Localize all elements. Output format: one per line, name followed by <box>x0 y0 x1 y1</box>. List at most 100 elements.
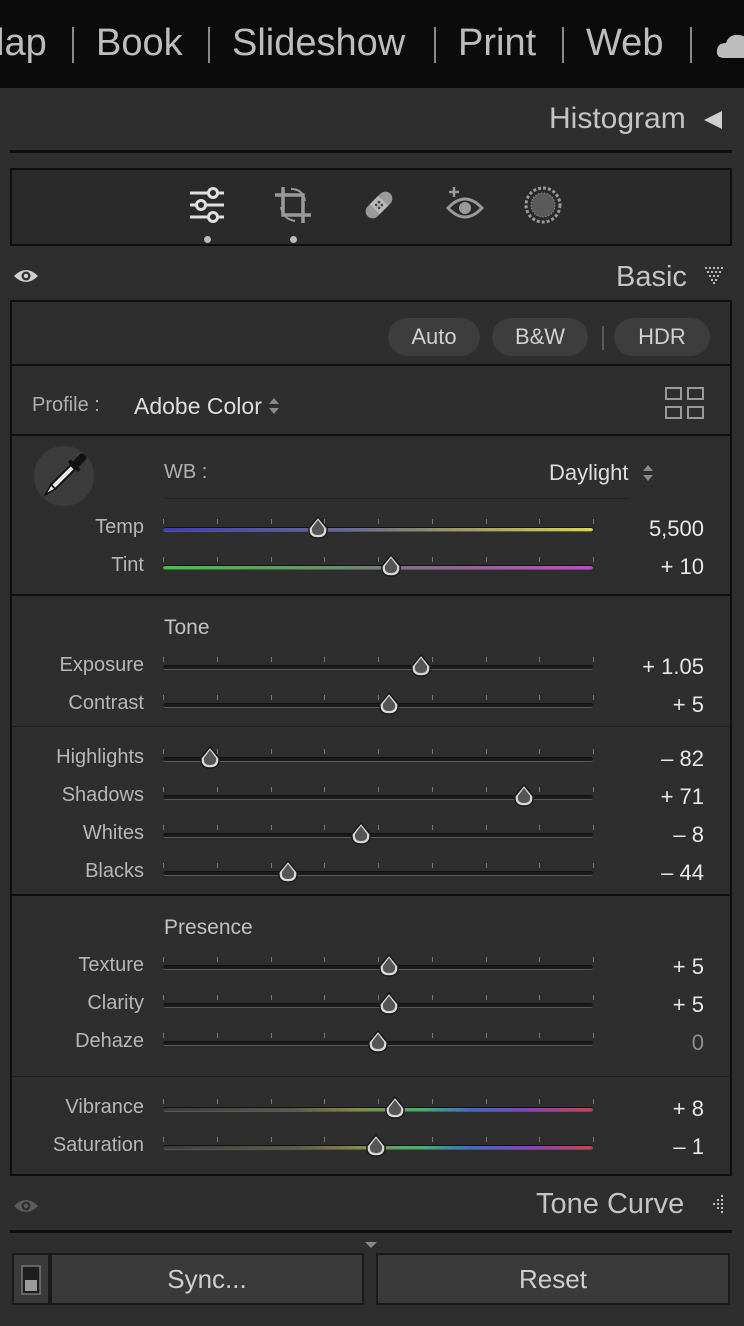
auto-sync-toggle[interactable] <box>12 1253 50 1305</box>
tint-value[interactable]: + 10 <box>564 554 704 580</box>
panel-expand-icon[interactable] <box>704 1194 724 1214</box>
slider-tick <box>324 957 325 962</box>
slider-tick <box>378 825 379 830</box>
tint-track[interactable] <box>163 565 593 570</box>
shadows-value[interactable]: + 71 <box>564 784 704 810</box>
slider-tick <box>324 557 325 562</box>
contrast-slider-thumb[interactable] <box>378 692 400 716</box>
red-eye-icon[interactable] <box>440 180 490 230</box>
vibrance-slider-thumb[interactable] <box>384 1096 406 1120</box>
histogram-title[interactable]: Histogram <box>549 102 686 136</box>
slider-tick <box>217 995 218 1000</box>
exposure-slider-thumb[interactable] <box>410 654 432 678</box>
blacks-track[interactable] <box>163 871 593 876</box>
divider <box>12 434 730 436</box>
slider-tick <box>539 1033 540 1038</box>
texture-slider-thumb[interactable] <box>378 954 400 978</box>
saturation-value[interactable]: – 1 <box>564 1134 704 1160</box>
slider-tick <box>163 1137 164 1142</box>
slider-tick <box>324 787 325 792</box>
module-separator <box>72 27 74 63</box>
exposure-value[interactable]: + 1.05 <box>564 654 704 680</box>
collapse-arrow-icon[interactable] <box>702 109 724 131</box>
whites-value[interactable]: – 8 <box>564 822 704 848</box>
vibrance-value[interactable]: + 8 <box>564 1096 704 1122</box>
tone-curve-title[interactable]: Tone Curve <box>536 1188 684 1221</box>
scroll-down-arrow-icon[interactable] <box>364 1240 378 1250</box>
module-print[interactable]: Print <box>458 22 536 65</box>
slider-tick <box>163 957 164 962</box>
presence-section-title: Presence <box>164 916 253 939</box>
whites-slider-thumb[interactable] <box>350 822 372 846</box>
button-separator <box>602 326 604 350</box>
slider-tick <box>593 1099 594 1104</box>
panel-collapse-icon[interactable] <box>704 266 724 284</box>
slider-tick <box>539 863 540 868</box>
slider-tick <box>432 1137 433 1142</box>
reset-button[interactable]: Reset <box>376 1253 730 1305</box>
slider-tick <box>593 657 594 662</box>
masking-icon[interactable] <box>518 180 568 230</box>
tint-slider-thumb[interactable] <box>380 554 402 578</box>
hdr-button[interactable]: HDR <box>614 318 710 356</box>
shadows-slider-thumb[interactable] <box>513 784 535 808</box>
clarity-slider-thumb[interactable] <box>378 992 400 1016</box>
dehaze-value[interactable]: 0 <box>564 1030 704 1056</box>
slider-tick <box>271 787 272 792</box>
crop-icon[interactable] <box>268 180 318 230</box>
slider-tick <box>271 695 272 700</box>
slider-tick <box>593 787 594 792</box>
saturation-label: Saturation <box>52 1134 144 1156</box>
profile-select[interactable]: Adobe Color <box>134 393 262 420</box>
highlights-slider-thumb[interactable] <box>199 746 221 770</box>
slider-tick <box>432 957 433 962</box>
eyedropper-icon[interactable] <box>30 444 96 510</box>
white-balance-selector[interactable] <box>34 446 94 506</box>
updown-icon[interactable] <box>642 463 654 483</box>
module-map[interactable]: lap <box>0 22 47 65</box>
texture-value[interactable]: + 5 <box>564 954 704 980</box>
exposure-track[interactable] <box>163 665 593 670</box>
module-web[interactable]: Web <box>586 22 663 65</box>
temp-slider-thumb[interactable] <box>307 516 329 540</box>
slider-tick <box>378 519 379 524</box>
auto-button[interactable]: Auto <box>388 318 480 356</box>
slider-tick <box>324 1033 325 1038</box>
saturation-slider-thumb[interactable] <box>365 1134 387 1158</box>
bw-button[interactable]: B&W <box>492 318 588 356</box>
profile-browser-grid-icon[interactable] <box>664 386 706 422</box>
divider <box>12 364 730 366</box>
updown-icon[interactable] <box>268 396 280 416</box>
highlights-value[interactable]: – 82 <box>564 746 704 772</box>
slider-tick <box>432 825 433 830</box>
healing-icon[interactable] <box>354 180 404 230</box>
clarity-value[interactable]: + 5 <box>564 992 704 1018</box>
divider <box>12 594 730 596</box>
dehaze-slider-thumb[interactable] <box>367 1030 389 1054</box>
basic-adjust-icon[interactable] <box>182 180 232 230</box>
whites-track[interactable] <box>163 833 593 838</box>
slider-tick <box>593 957 594 962</box>
cloud-icon[interactable] <box>716 32 744 60</box>
temp-value[interactable]: 5,500 <box>564 516 704 542</box>
sync-button[interactable]: Sync... <box>50 1253 364 1305</box>
highlights-track[interactable] <box>163 757 593 762</box>
module-book[interactable]: Book <box>96 22 183 65</box>
visibility-eye-icon[interactable] <box>12 266 40 286</box>
blacks-value[interactable]: – 44 <box>564 860 704 886</box>
slider-tick <box>217 695 218 700</box>
visibility-eye-icon[interactable] <box>12 1196 40 1216</box>
temp-track[interactable] <box>163 527 593 532</box>
slider-tick <box>539 749 540 754</box>
blacks-slider-thumb[interactable] <box>277 860 299 884</box>
vibrance-track[interactable] <box>163 1107 593 1112</box>
wb-select[interactable]: Daylight <box>549 460 628 486</box>
basic-title[interactable]: Basic <box>616 261 687 294</box>
slider-tick <box>324 1099 325 1104</box>
contrast-value[interactable]: + 5 <box>564 692 704 718</box>
slider-tick <box>432 519 433 524</box>
slider-tick <box>324 749 325 754</box>
module-separator <box>208 27 210 63</box>
module-slideshow[interactable]: Slideshow <box>232 22 405 65</box>
slider-tick <box>324 995 325 1000</box>
